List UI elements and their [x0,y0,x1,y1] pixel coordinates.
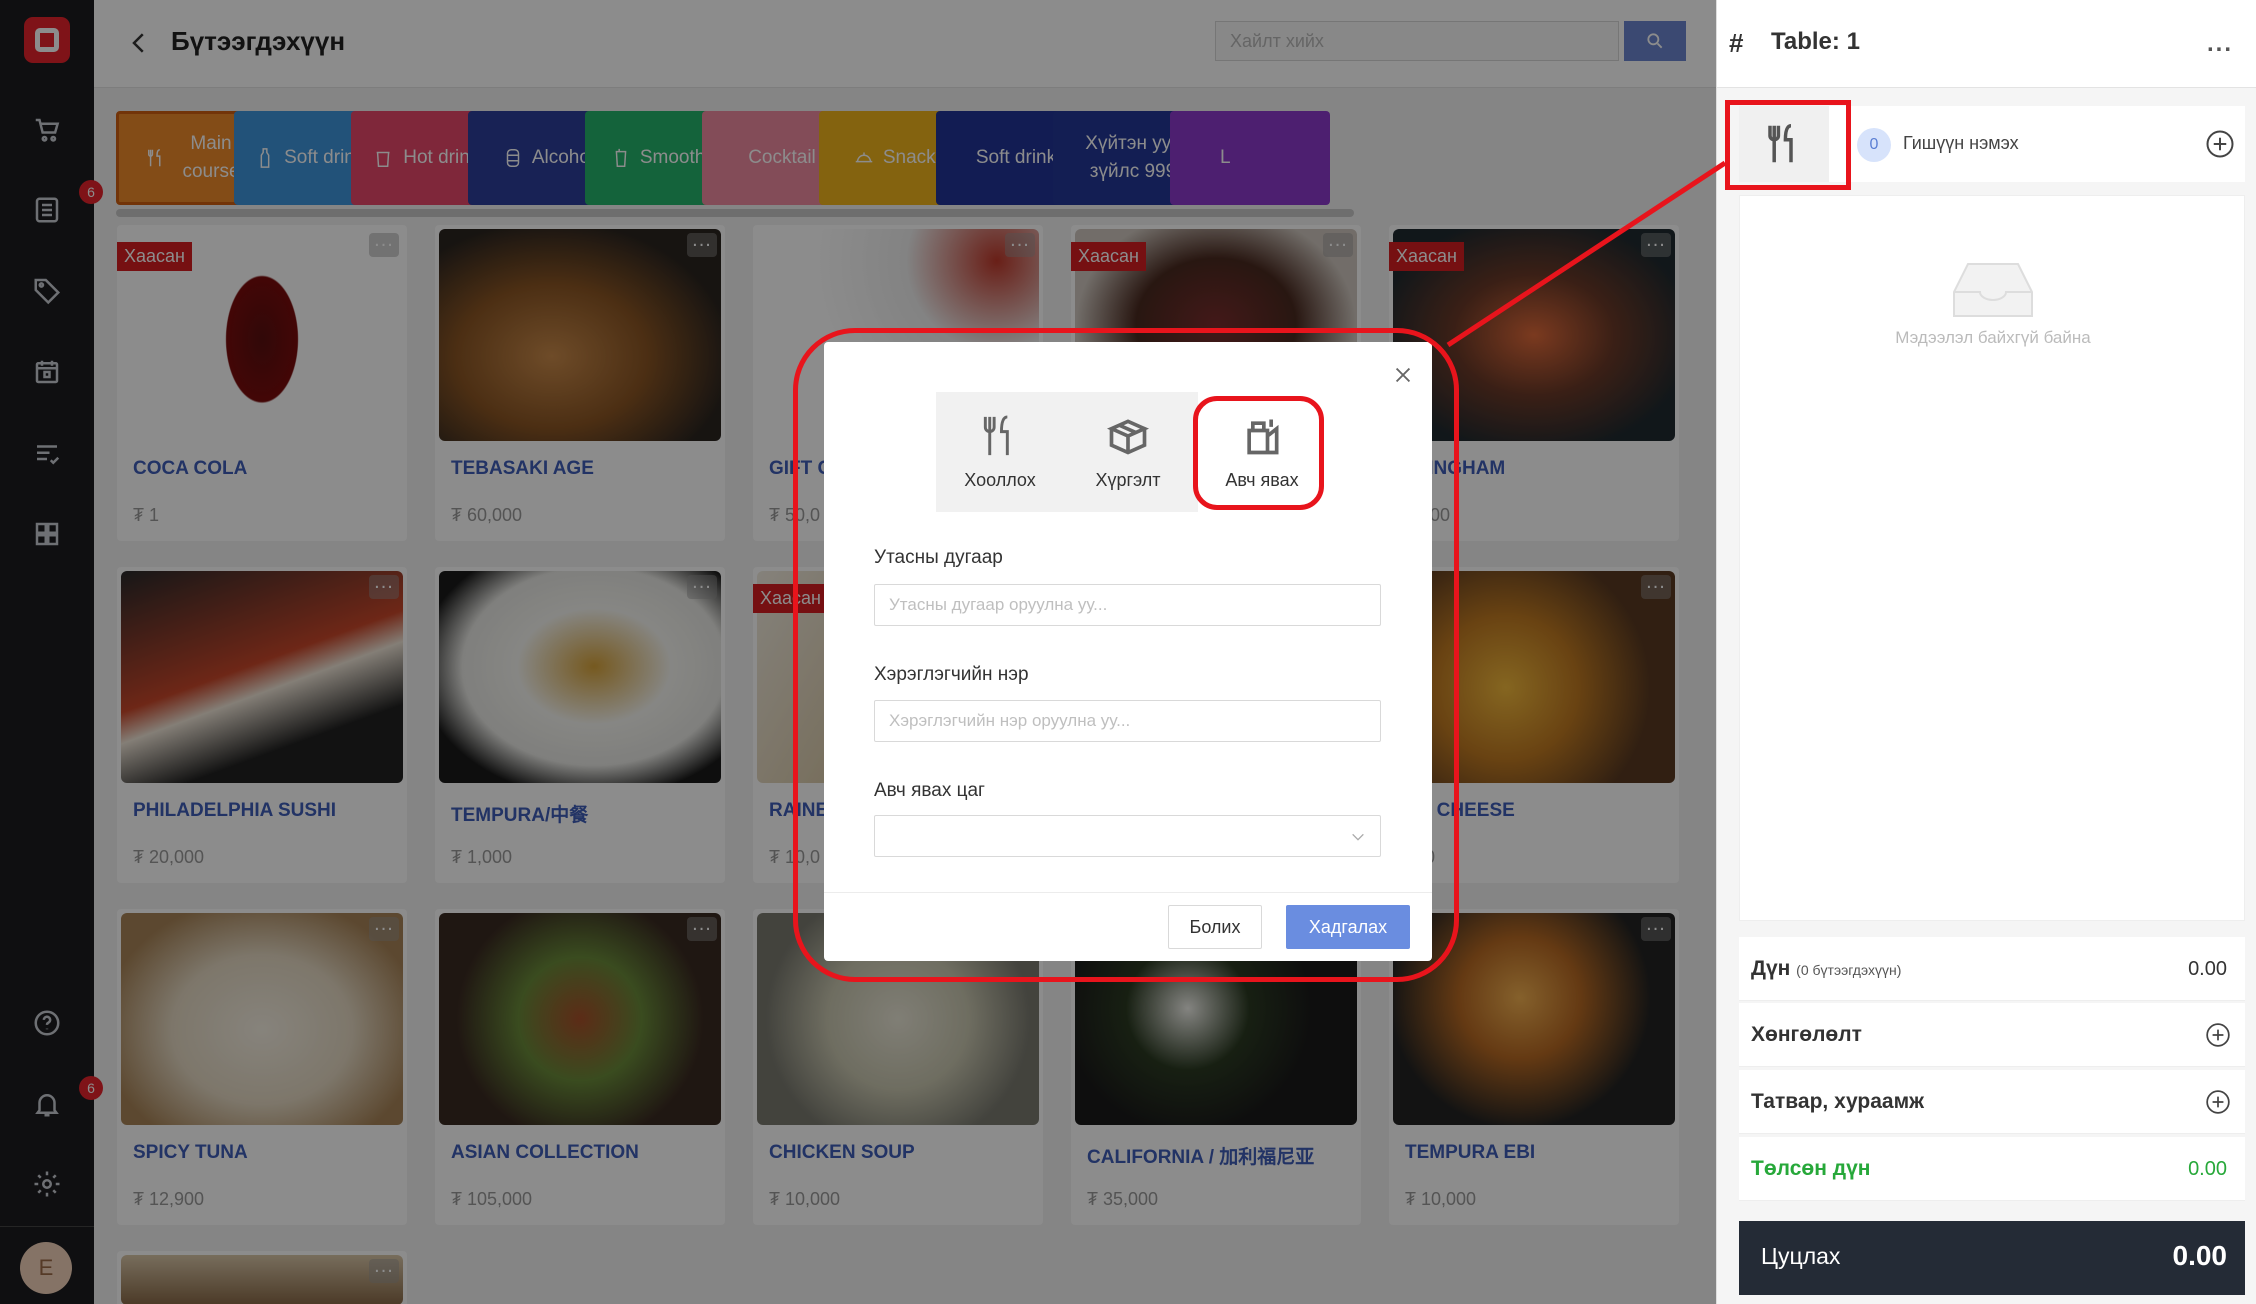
takeaway-bag-icon [1247,419,1279,454]
chevron-down-icon [1352,833,1364,841]
total-row: Дүн (0 бүтээгдэхүүн) 0.00 [1739,937,2245,1001]
order-type-button[interactable] [1739,106,1829,182]
order-type-modal: Хооллох Хүргэлт Авч явах Утасны дугаар Х… [824,342,1432,961]
close-icon[interactable] [1392,364,1414,386]
customer-name-input[interactable] [874,700,1381,742]
order-items-empty: Мэдээлэл байхгүй байна [1739,195,2245,921]
order-header: # Table: 1 ... [1717,0,2256,88]
order-type-tabs: Хооллох Хүргэлт Авч явах [936,392,1326,512]
empty-inbox-icon [1953,263,2033,317]
table-hash: # [1729,28,1744,58]
pickup-time-label: Авч явах цаг [874,780,985,801]
delivery-box-icon [1106,418,1150,455]
tab-takeaway[interactable]: Авч явах [1198,392,1326,512]
cancel-order-button[interactable]: Цуцлах 0.00 [1739,1221,2245,1295]
discount-row[interactable]: Хөнгөлөлт [1739,1003,2245,1067]
order-panel: # Table: 1 ... 0 Гишүүн нэмэх Мэдээлэл б… [1716,0,2256,1304]
customer-name-label: Хэрэглэгчийн нэр [874,664,1029,685]
paid-value: 0.00 [2188,1158,2227,1180]
add-tax-icon[interactable] [2205,1089,2231,1115]
tab-label: Авч явах [1225,469,1299,490]
phone-input[interactable] [874,584,1381,626]
total-label-text: Дүн [1751,957,1791,980]
cancel-order-label: Цуцлах [1761,1243,1841,1269]
tab-dine-in[interactable]: Хооллох [936,392,1064,512]
add-member-label[interactable]: Гишүүн нэмэх [1903,133,2019,154]
cancel-button[interactable]: Болих [1168,905,1262,949]
more-menu-icon[interactable]: ... [2207,30,2233,58]
total-value: 0.00 [2188,958,2227,980]
phone-label: Утасны дугаар [874,547,1003,568]
empty-message: Мэдээлэл байхгүй байна [1895,328,2091,347]
utensils-icon [983,414,1009,455]
utensils-icon [1768,124,1793,163]
tab-delivery[interactable]: Хүргэлт [1064,392,1192,512]
tax-row[interactable]: Татвар, хураамж [1739,1070,2245,1134]
guest-row: 0 Гишүүн нэмэх [1739,106,2245,182]
guest-count-badge: 0 [1857,128,1891,162]
tax-label: Татвар, хураамж [1751,1090,1925,1113]
add-discount-icon[interactable] [2205,1022,2231,1048]
modal-footer-divider [824,892,1432,893]
cancel-order-amount: 0.00 [2172,1240,2228,1271]
pos-app: 6 6 E Бүтээгдэхүүн Main course Soft drin… [0,0,2256,1304]
paid-row: Төлсөн дүн 0.00 [1739,1137,2245,1201]
total-label: Дүн (0 бүтээгдэхүүн) [1751,957,1901,981]
table-title: Table: 1 [1771,28,1860,55]
save-button[interactable]: Хадгалах [1286,905,1410,949]
pickup-time-select[interactable] [874,815,1381,857]
tab-label: Хооллох [964,469,1036,490]
paid-label: Төлсөн дүн [1751,1157,1871,1180]
discount-label: Хөнгөлөлт [1751,1023,1862,1046]
total-item-count: (0 бүтээгдэхүүн) [1796,962,1902,978]
add-member-plus-icon[interactable] [2205,129,2235,159]
tab-label: Хүргэлт [1095,469,1161,490]
